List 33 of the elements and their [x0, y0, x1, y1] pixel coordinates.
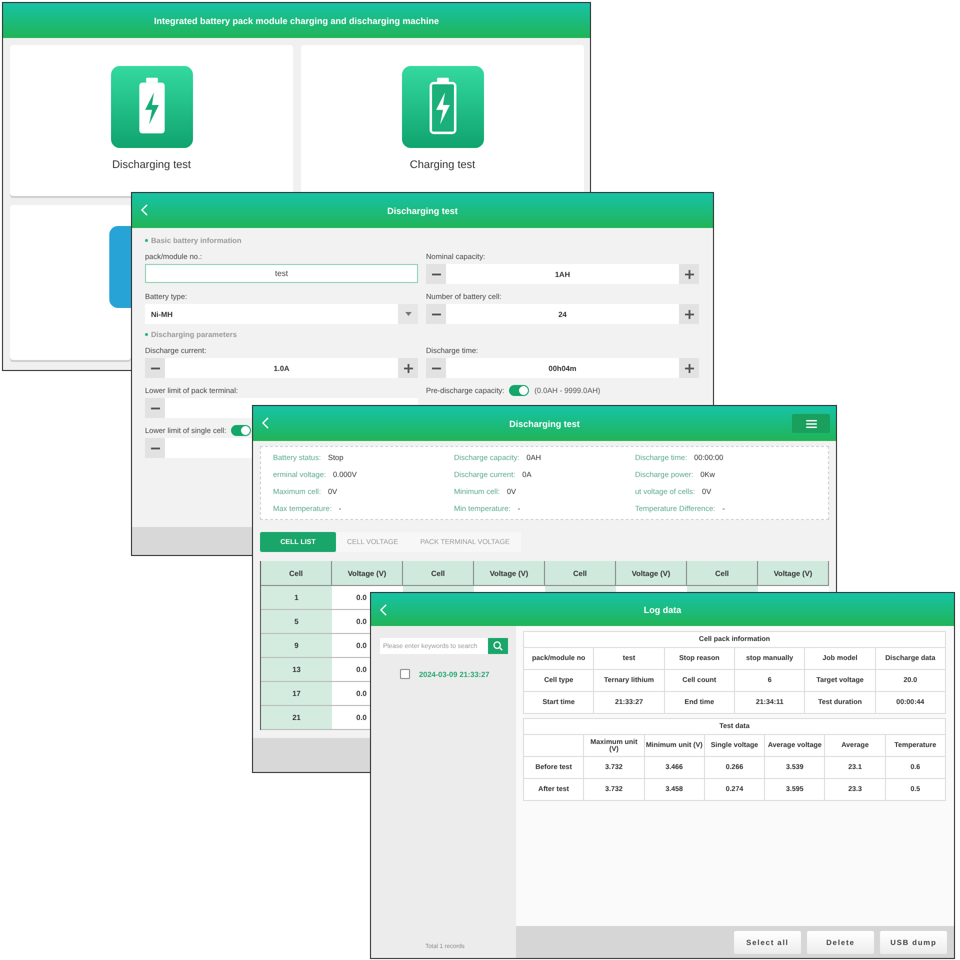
- window-title: Discharging test: [387, 206, 458, 216]
- plus-button[interactable]: [398, 358, 418, 378]
- caret-icon: [404, 312, 412, 316]
- search-icon: [493, 641, 503, 651]
- window-title: Integrated battery pack module charging and discharging machine: [154, 16, 440, 26]
- minus-button[interactable]: [145, 358, 165, 378]
- plus-button[interactable]: [679, 304, 699, 324]
- checkbox[interactable]: [400, 669, 410, 679]
- plus-button[interactable]: [679, 264, 699, 284]
- window-title: Discharging test: [509, 418, 580, 428]
- minus-button[interactable]: [426, 264, 446, 284]
- plus-icon: [684, 364, 694, 372]
- battery-icon: [400, 66, 484, 148]
- battery-icon: [110, 66, 194, 148]
- toggle-switch[interactable]: [231, 424, 252, 436]
- plus-button[interactable]: [679, 358, 699, 378]
- menu-card[interactable]: Discharging test: [10, 45, 293, 196]
- minus-button[interactable]: [145, 438, 165, 458]
- plus-icon: [404, 364, 412, 372]
- text-field[interactable]: test: [145, 264, 418, 283]
- menu-button[interactable]: [792, 414, 830, 433]
- menu-icon: [806, 420, 816, 428]
- search-button[interactable]: [488, 638, 508, 654]
- back-icon[interactable]: [380, 604, 387, 616]
- back-icon[interactable]: [141, 204, 148, 216]
- minus-button[interactable]: [426, 304, 446, 324]
- toggle-switch[interactable]: [509, 384, 530, 396]
- minus-button[interactable]: [145, 398, 165, 418]
- minus-button[interactable]: [426, 358, 446, 378]
- plus-icon: [684, 310, 694, 318]
- plus-icon: [684, 270, 694, 278]
- window-title: Log data: [644, 604, 682, 614]
- back-icon[interactable]: [262, 417, 269, 429]
